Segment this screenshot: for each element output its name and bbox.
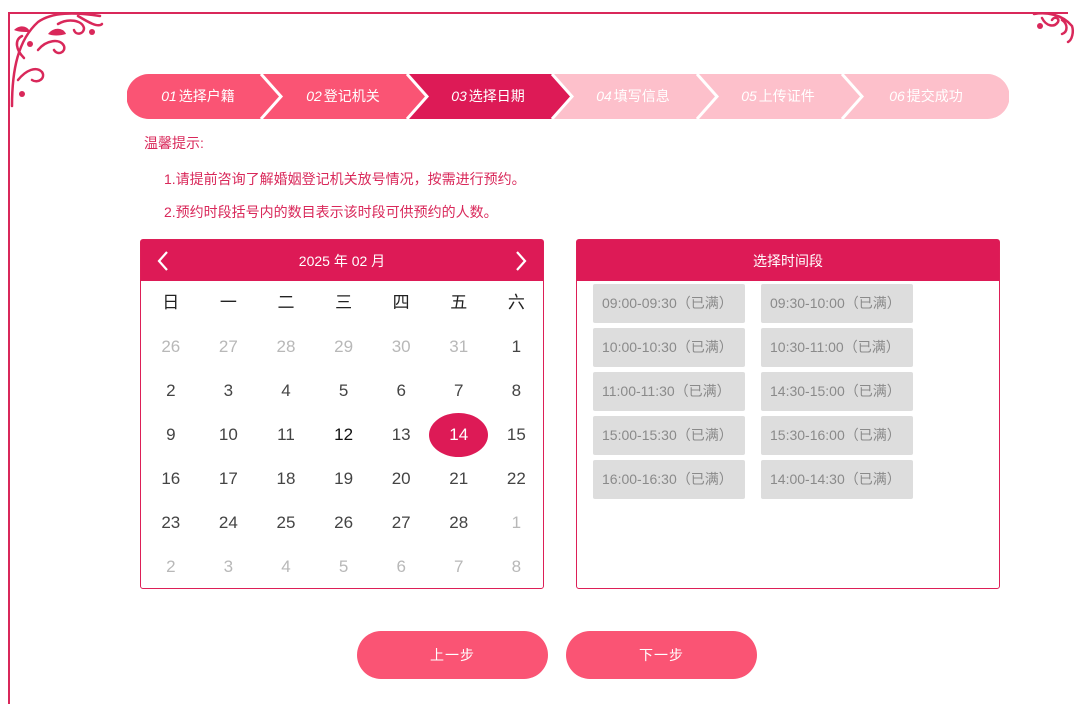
calendar-day[interactable]: 10 [200, 413, 258, 457]
calendar-day[interactable]: 11 [257, 413, 315, 457]
calendar-day[interactable]: 9 [142, 413, 200, 457]
weekday-header: 一 [219, 293, 237, 312]
calendar-day-selected[interactable]: 14 [428, 413, 488, 457]
calendar-day[interactable]: 4 [257, 369, 315, 413]
step-1-number: 01 [161, 88, 177, 104]
calendar-day[interactable]: 28 [430, 501, 488, 545]
time-slot-option[interactable]: 14:00-14:30（已满） [761, 460, 913, 499]
step-4: 04 填写信息 [568, 74, 698, 119]
calendar-day[interactable]: 2 [142, 369, 200, 413]
step-6: 06 提交成功 [861, 74, 991, 119]
time-slot-option[interactable]: 09:00-09:30（已满） [593, 284, 745, 323]
time-slot-title: 选择时间段 [753, 252, 823, 269]
calendar-day: 31 [449, 337, 469, 356]
frame-left-border [8, 12, 10, 704]
calendar-day: 3 [223, 557, 234, 576]
weekday-header: 四 [392, 293, 410, 312]
tips-line-2: 2.预约时段括号内的数目表示该时段可供预约的人数。 [164, 204, 498, 220]
step-progress-bar: 01 选择户籍 02 登记机关 03 选择日期 04 填写信息 05 上传证件 06 提交成… [127, 74, 1009, 119]
calendar-day: 4 [281, 557, 291, 576]
step-1: 01 选择户籍 [133, 74, 263, 119]
calendar-day: 29 [334, 337, 354, 356]
calendar-day[interactable]: 15 [488, 413, 546, 457]
time-slot-option[interactable]: 10:30-11:00（已满） [761, 328, 913, 367]
calendar-day[interactable]: 24 [200, 501, 258, 545]
step-3: 03 选择日期 [423, 74, 553, 119]
calendar-grid: 日一二三四五六 26 27 28 29 30 31 1 2 3 4 5 6 7 8 9 10 11 12 13 14 15… [141, 281, 543, 589]
step-5: 05 上传证件 [713, 74, 843, 119]
floral-corner-right-icon [1032, 12, 1075, 44]
calendar-day[interactable]: 12 [315, 413, 373, 457]
time-slot-option[interactable]: 15:00-15:30（已满） [593, 416, 745, 455]
step-3-label: 选择日期 [468, 88, 525, 104]
step-2-label: 登记机关 [323, 88, 380, 104]
date-calendar: 2025 年 02 月 日一二三四五六 26 27 28 29 30 31 1 2 3 4 5 6 7 8 9… [140, 239, 544, 589]
next-month-button[interactable] [501, 240, 541, 281]
calendar-day[interactable]: 17 [200, 457, 258, 501]
calendar-day[interactable]: 5 [315, 369, 373, 413]
weekday-header: 日 [162, 293, 180, 312]
calendar-day: 30 [391, 337, 411, 356]
calendar-day[interactable]: 26 [315, 501, 373, 545]
step-5-label: 上传证件 [758, 88, 815, 104]
calendar-day[interactable]: 25 [257, 501, 315, 545]
step-3-number: 03 [451, 88, 467, 104]
weekday-header: 三 [335, 293, 353, 312]
time-slot-option[interactable]: 09:30-10:00（已满） [761, 284, 913, 323]
calendar-day[interactable]: 1 [488, 325, 546, 369]
chevron-right-icon [516, 250, 527, 271]
step-4-number: 04 [596, 88, 612, 104]
calendar-day[interactable]: 13 [372, 413, 430, 457]
weekday-header: 六 [507, 293, 525, 312]
calendar-day[interactable]: 6 [372, 369, 430, 413]
step-1-label: 选择户籍 [178, 88, 235, 104]
calendar-day[interactable]: 18 [257, 457, 315, 501]
frame-top-border [10, 12, 1068, 14]
calendar-day[interactable]: 22 [488, 457, 546, 501]
next-step-button[interactable]: 下一步 [566, 631, 757, 679]
step-5-number: 05 [741, 88, 757, 104]
tips-line-1: 1.请提前咨询了解婚姻登记机关放号情况，按需进行预约。 [164, 171, 526, 187]
calendar-day-number: 14 [449, 425, 469, 444]
floral-corner-left-icon [10, 12, 104, 108]
prev-step-button[interactable]: 上一步 [357, 631, 548, 679]
time-slot-option[interactable]: 11:00-11:30（已满） [593, 372, 745, 411]
calendar-header: 2025 年 02 月 [141, 240, 543, 281]
calendar-day[interactable]: 27 [372, 501, 430, 545]
time-slot-option[interactable]: 16:00-16:30（已满） [593, 460, 745, 499]
calendar-day[interactable]: 3 [200, 369, 258, 413]
calendar-day: 26 [161, 337, 181, 356]
calendar-day: 28 [276, 337, 296, 356]
calendar-day: 2 [166, 557, 176, 576]
step-6-label: 提交成功 [906, 88, 963, 104]
tips-title: 温馨提示: [144, 135, 204, 151]
chevron-left-icon [157, 250, 168, 271]
weekday-header: 二 [277, 293, 295, 312]
time-slot-panel: 选择时间段 09:00-09:30（已满） 09:30-10:00（已满） 10:0… [576, 239, 1000, 589]
time-slot-option[interactable]: 15:30-16:00（已满） [761, 416, 913, 455]
prev-month-button[interactable] [143, 240, 183, 281]
calendar-day: 1 [511, 513, 522, 532]
calendar-day[interactable]: 8 [488, 369, 546, 413]
step-2: 02 登记机关 [278, 74, 408, 119]
calendar-day: 7 [454, 557, 464, 576]
calendar-day: 6 [396, 557, 406, 576]
step-2-number: 02 [306, 88, 322, 104]
time-slot-option[interactable]: 14:30-15:00（已满） [761, 372, 913, 411]
calendar-day[interactable]: 7 [430, 369, 488, 413]
calendar-month-label: 2025 年 02 月 [298, 252, 386, 269]
weekday-header: 五 [450, 293, 468, 312]
calendar-day: 8 [511, 557, 522, 576]
calendar-day[interactable]: 20 [372, 457, 430, 501]
calendar-day[interactable]: 21 [430, 457, 488, 501]
calendar-day: 5 [338, 557, 349, 576]
calendar-day[interactable]: 16 [142, 457, 200, 501]
time-slot-header: 选择时间段 [577, 240, 999, 281]
step-4-label: 填写信息 [613, 88, 670, 104]
calendar-day[interactable]: 19 [315, 457, 373, 501]
step-6-number: 06 [889, 88, 905, 104]
calendar-day[interactable]: 23 [142, 501, 200, 545]
time-slot-option[interactable]: 10:00-10:30（已满） [593, 328, 745, 367]
calendar-day: 27 [218, 337, 238, 356]
